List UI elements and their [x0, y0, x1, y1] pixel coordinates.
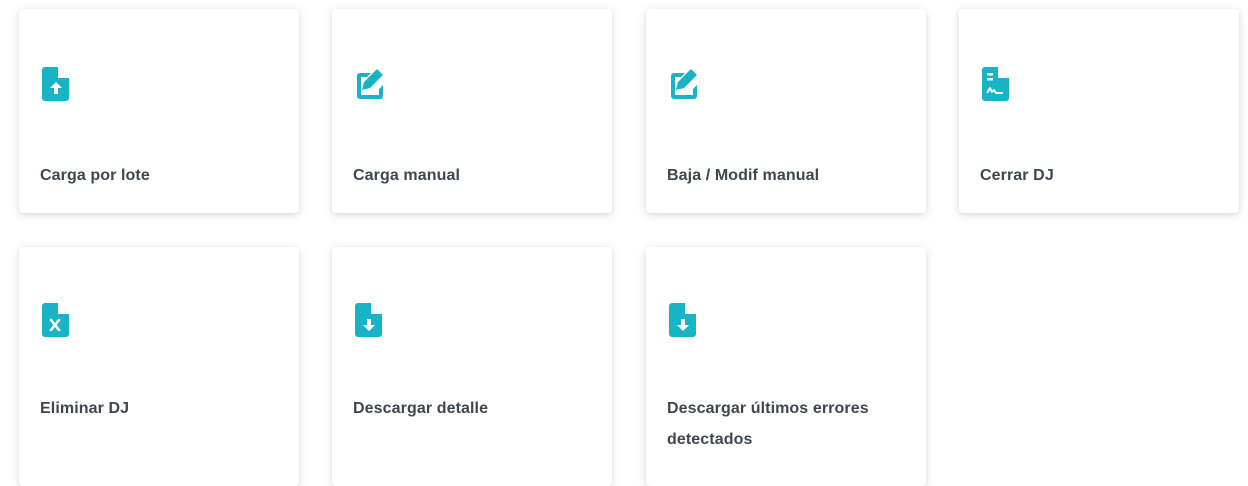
card-label: Descargar últimos errores detectados: [667, 400, 869, 448]
card-eliminar-dj[interactable]: Eliminar DJ: [19, 247, 299, 486]
card-descargar-detalle[interactable]: Descargar detalle: [332, 247, 612, 486]
card-label: Baja / Modif manual: [667, 167, 820, 184]
card-label: Cerrar DJ: [980, 167, 1054, 184]
file-delete-icon: [40, 303, 72, 337]
card-descargar-ultimos-errores[interactable]: Descargar últimos errores detectados: [646, 247, 926, 486]
edit-icon: [353, 67, 385, 101]
card-cerrar-dj[interactable]: Cerrar DJ: [959, 9, 1239, 213]
card-carga-por-lote[interactable]: Carga por lote: [19, 9, 299, 213]
card-label: Carga por lote: [40, 167, 150, 184]
file-signature-icon: [980, 67, 1012, 101]
file-download-icon: [667, 303, 699, 337]
card-label: Carga manual: [353, 167, 461, 184]
card-carga-manual[interactable]: Carga manual: [332, 9, 612, 213]
edit-icon: [667, 67, 699, 101]
card-baja-modif-manual[interactable]: Baja / Modif manual: [646, 9, 926, 213]
card-label: Descargar detalle: [353, 400, 489, 417]
card-label: Eliminar DJ: [40, 400, 130, 417]
file-download-icon: [353, 303, 385, 337]
action-cards-grid: Carga por lote Carga manual Baja / Modif…: [0, 0, 1248, 486]
file-upload-icon: [40, 67, 72, 101]
